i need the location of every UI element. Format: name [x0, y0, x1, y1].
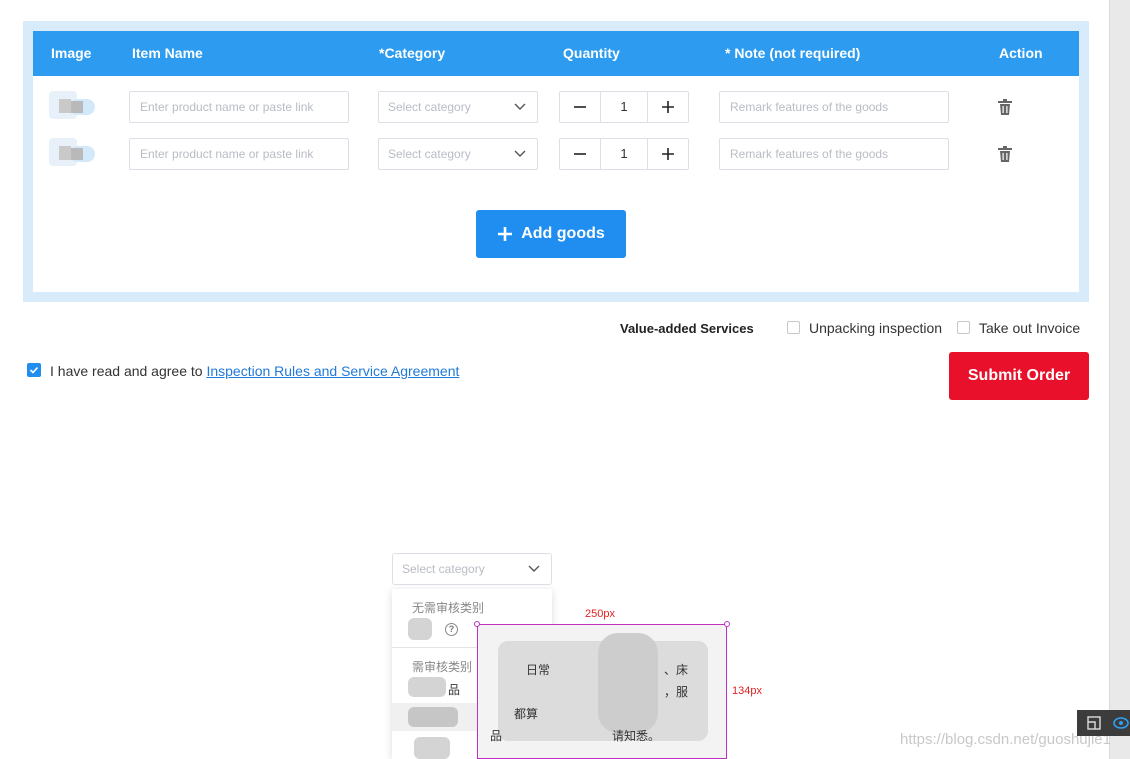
dropdown-option-blurred[interactable] — [408, 707, 458, 727]
header-image: Image — [51, 45, 92, 61]
header-action: Action — [999, 45, 1043, 61]
product-image-thumbnail[interactable] — [47, 87, 95, 127]
add-goods-button[interactable]: Add goods — [476, 210, 626, 258]
corner-toolbar — [1077, 710, 1130, 736]
submit-order-button[interactable]: Submit Order — [949, 352, 1089, 400]
dropdown-option-blurred[interactable] — [408, 618, 432, 640]
take-out-invoice-checkbox[interactable] — [957, 321, 970, 334]
table-row: Enter product name or paste link Select … — [33, 134, 1079, 174]
chevron-down-icon — [514, 103, 526, 110]
agreement-prefix: I have read and agree to — [50, 363, 203, 379]
eye-icon[interactable] — [1113, 716, 1129, 730]
dropdown-group-no-review: 无需审核类别 — [412, 601, 485, 615]
item-name-input[interactable]: Enter product name or paste link — [129, 91, 349, 123]
quantity-decrease-button[interactable] — [560, 92, 601, 122]
trash-icon[interactable] — [998, 99, 1012, 115]
category-dropdown-placeholder: Select category — [402, 562, 485, 576]
add-goods-label: Add goods — [521, 225, 605, 242]
measure-handle[interactable] — [474, 621, 480, 627]
dropdown-option-blurred[interactable] — [408, 677, 446, 697]
quantity-value[interactable]: 1 — [601, 139, 647, 169]
header-quantity: Quantity — [563, 45, 620, 61]
plus-icon — [662, 101, 674, 113]
chevron-down-icon — [528, 565, 540, 572]
header-category: *Category — [379, 45, 446, 61]
agreement-checkbox[interactable] — [27, 363, 41, 377]
trash-icon[interactable] — [998, 146, 1012, 162]
dropdown-group-review-required: 需审核类别 — [412, 660, 473, 674]
unpacking-inspection-checkbox[interactable] — [787, 321, 800, 334]
dropdown-option-blurred[interactable] — [414, 737, 450, 759]
tooltip-blurred-content — [598, 633, 658, 733]
plus-icon — [498, 227, 513, 241]
table-row: Enter product name or paste link Select … — [33, 87, 1079, 127]
value-added-services-label: Value-added Services — [620, 321, 754, 336]
category-select[interactable]: Select category — [378, 91, 538, 123]
note-input[interactable]: Remark features of the goods — [719, 91, 949, 123]
category-select-placeholder: Select category — [388, 100, 471, 114]
tooltip-text-fragment: ，服 — [664, 685, 689, 699]
help-icon[interactable]: ? — [445, 623, 458, 636]
unpacking-inspection-label[interactable]: Unpacking inspection — [809, 320, 942, 336]
item-name-input[interactable]: Enter product name or paste link — [129, 138, 349, 170]
tooltip-text-fragment: 都算 — [514, 707, 539, 721]
checkmark-icon — [29, 366, 39, 374]
tooltip-text-fragment: 、床 — [664, 663, 689, 677]
quantity-value[interactable]: 1 — [601, 92, 647, 122]
tooltip-text-fragment: 请知悉。 — [612, 729, 661, 743]
category-dropdown-select[interactable]: Select category — [392, 553, 552, 585]
agreement-text: I have read and agree to Inspection Rule… — [50, 363, 459, 379]
window-icon[interactable] — [1087, 716, 1101, 730]
measure-width-label: 250px — [585, 608, 615, 620]
tooltip-text-fragment: 品 — [490, 729, 503, 743]
header-note: * Note (not required) — [725, 45, 861, 61]
agreement-link[interactable]: Inspection Rules and Service Agreement — [206, 363, 459, 379]
quantity-decrease-button[interactable] — [560, 139, 601, 169]
minus-icon — [574, 106, 586, 108]
category-select[interactable]: Select category — [378, 138, 538, 170]
quantity-increase-button[interactable] — [647, 92, 688, 122]
measure-height-label: 134px — [732, 685, 762, 697]
window-scrollbar-strip[interactable] — [1109, 0, 1130, 759]
header-item-name: Item Name — [132, 45, 203, 61]
note-input[interactable]: Remark features of the goods — [719, 138, 949, 170]
tooltip-text-fragment: 日常 — [526, 663, 551, 677]
take-out-invoice-label[interactable]: Take out Invoice — [979, 320, 1080, 336]
tooltip-measure-box: 日常 、床 ，服 都算 品 请知悉。 — [477, 624, 727, 759]
quantity-stepper: 1 — [559, 138, 689, 170]
quantity-increase-button[interactable] — [647, 139, 688, 169]
measure-handle[interactable] — [724, 621, 730, 627]
product-image-thumbnail[interactable] — [47, 134, 95, 174]
quantity-stepper: 1 — [559, 91, 689, 123]
minus-icon — [574, 153, 586, 155]
plus-icon — [662, 148, 674, 160]
goods-table-header: Image Item Name *Category Quantity * Not… — [33, 31, 1079, 76]
dropdown-option-suffix: 品 — [448, 683, 461, 697]
category-select-placeholder: Select category — [388, 147, 471, 161]
chevron-down-icon — [514, 150, 526, 157]
